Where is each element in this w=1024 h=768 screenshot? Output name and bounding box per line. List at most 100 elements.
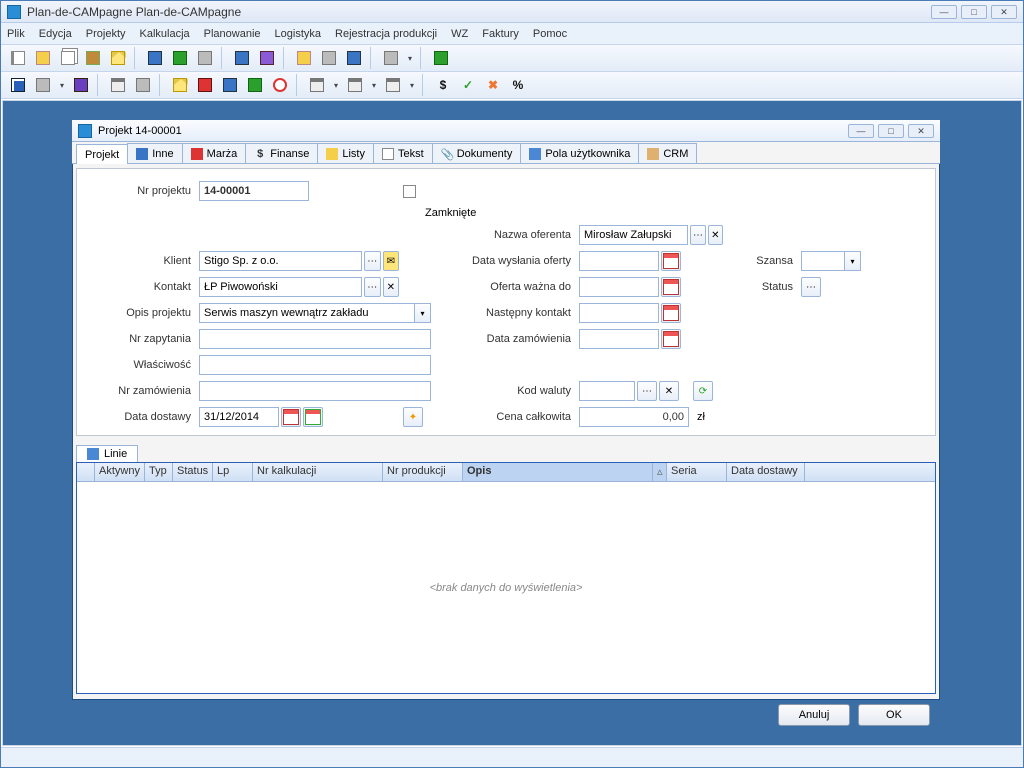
menu-pomoc[interactable]: Pomoc [533,28,567,40]
field-nazwa-oferenta[interactable] [579,225,688,245]
lookup-waluta-button[interactable]: ⋯ [637,381,657,401]
chevron-down-icon[interactable]: ▾ [414,304,430,322]
tb-dollar[interactable]: $ [432,74,454,96]
gh-nr-produkcji[interactable]: Nr produkcji [383,463,463,481]
tb-print[interactable] [107,74,129,96]
tb-check[interactable]: ✓ [457,74,479,96]
tb-c3[interactable] [194,74,216,96]
field-nr-zapytania[interactable] [199,329,431,349]
field-klient[interactable] [199,251,362,271]
gh-aktywny[interactable]: Aktywny [95,463,145,481]
menu-rejestracja[interactable]: Rejestracja produkcji [335,28,437,40]
gh-status[interactable]: Status [173,463,213,481]
cancel-button[interactable]: Anuluj [778,704,850,726]
tb-p1[interactable] [306,74,328,96]
gh-blank[interactable] [77,463,95,481]
mail-klient-button[interactable]: ✉ [383,251,400,271]
tb-c1[interactable] [32,74,54,96]
maximize-button[interactable]: □ [961,5,987,19]
tb-mail[interactable] [107,47,129,69]
checkbox-zamkniete[interactable] [403,185,416,198]
field-kod-waluty[interactable] [579,381,635,401]
tab-listy[interactable]: Listy [317,143,374,163]
tb-b3[interactable] [194,47,216,69]
tab-pola[interactable]: Pola użytkownika [520,143,639,163]
menu-edycja[interactable]: Edycja [39,28,72,40]
cal-wyslania-button[interactable] [661,251,681,271]
clear-waluta-button[interactable]: ✕ [659,381,679,401]
inner-minimize[interactable]: — [848,124,874,138]
field-nr-projektu[interactable] [199,181,309,201]
tb-b1[interactable] [144,47,166,69]
gh-seria[interactable]: Seria [667,463,727,481]
tb-b8[interactable] [343,47,365,69]
tb-save[interactable] [7,74,29,96]
ok-button[interactable]: OK [858,704,930,726]
tb-b2[interactable] [169,47,191,69]
tb-b10[interactable] [430,47,452,69]
tab-tekst[interactable]: Tekst [373,143,433,163]
close-button[interactable]: ✕ [991,5,1017,19]
tb-b4[interactable] [231,47,253,69]
tb-c6[interactable] [269,74,291,96]
inner-close[interactable]: ✕ [908,124,934,138]
field-kontakt[interactable] [199,277,362,297]
menu-projekty[interactable]: Projekty [86,28,126,40]
minimize-button[interactable]: — [931,5,957,19]
tab-marza[interactable]: Marża [182,143,247,163]
lookup-klient-button[interactable]: ⋯ [364,251,381,271]
tb-p3[interactable] [382,74,404,96]
menu-kalkulacja[interactable]: Kalkulacja [140,28,190,40]
tb-b7[interactable] [318,47,340,69]
tb-book[interactable] [70,74,92,96]
gh-sort-icon[interactable]: ▵ [653,463,667,481]
tab-projekt[interactable]: Projekt [76,144,128,164]
cal-dostawy-extra-button[interactable]: ✦ [403,407,423,427]
subtab-linie[interactable]: Linie [76,445,138,462]
tab-crm[interactable]: CRM [638,143,697,163]
tab-finanse[interactable]: $Finanse [245,143,318,163]
clear-oferent-button[interactable]: ✕ [708,225,723,245]
tb-c5[interactable] [244,74,266,96]
inner-maximize[interactable]: □ [878,124,904,138]
tb-percent[interactable]: % [507,74,529,96]
cal-wazna-button[interactable] [661,277,681,297]
gh-nr-kalkulacji[interactable]: Nr kalkulacji [253,463,383,481]
tab-inne[interactable]: Inne [127,143,182,163]
clear-kontakt-button[interactable]: ✕ [383,277,400,297]
menu-faktury[interactable]: Faktury [482,28,519,40]
menu-wz[interactable]: WZ [451,28,468,40]
field-data-dostawy[interactable] [199,407,279,427]
cal-kontakt-button[interactable] [661,303,681,323]
tb-b5[interactable] [256,47,278,69]
tb-box[interactable] [82,47,104,69]
chevron-down-icon[interactable]: ▾ [844,252,860,270]
field-opis-projektu[interactable] [199,303,431,323]
tb-b6[interactable] [293,47,315,69]
field-nr-zamowienia[interactable] [199,381,431,401]
tb-p2[interactable] [344,74,366,96]
field-wlasciowosc[interactable] [199,355,431,375]
tab-dokumenty[interactable]: 📎Dokumenty [432,143,522,163]
tb-b9[interactable] [380,47,402,69]
tb-c2[interactable] [132,74,154,96]
field-data-wyslania[interactable] [579,251,659,271]
tb-open[interactable] [32,47,54,69]
cal-dostawy2-button[interactable] [303,407,323,427]
lookup-status-button[interactable]: ⋯ [801,277,821,297]
tb-mail2[interactable] [169,74,191,96]
refresh-waluta-button[interactable]: ⟳ [693,381,713,401]
tb-x[interactable]: ✖ [482,74,504,96]
gh-data-dostawy[interactable]: Data dostawy [727,463,805,481]
gh-typ[interactable]: Typ [145,463,173,481]
tb-new[interactable] [7,47,29,69]
gh-opis[interactable]: Opis [463,463,653,481]
tb-copy[interactable] [57,47,79,69]
field-data-zamowienia[interactable] [579,329,659,349]
menu-logistyka[interactable]: Logistyka [275,28,321,40]
field-oferta-wazna[interactable] [579,277,659,297]
menu-planowanie[interactable]: Planowanie [204,28,261,40]
lookup-kontakt-button[interactable]: ⋯ [364,277,381,297]
cal-zamowienia-button[interactable] [661,329,681,349]
gh-lp[interactable]: Lp [213,463,253,481]
